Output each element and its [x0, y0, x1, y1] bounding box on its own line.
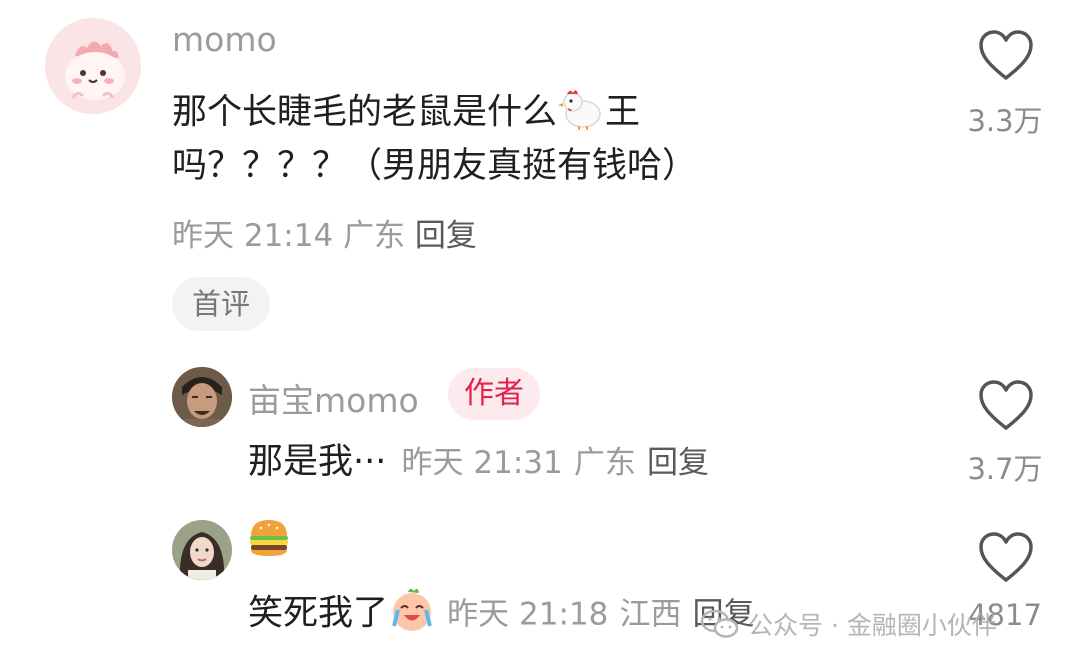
reply-avatar[interactable] — [172, 520, 232, 580]
reply-location: 江西 — [619, 596, 682, 633]
like-count: 3.7万 — [967, 452, 1043, 486]
reply-text: 笑死我了 — [248, 593, 389, 634]
like-button[interactable] — [978, 30, 1034, 86]
comment-username[interactable]: momo — [172, 20, 277, 59]
comment-time: 昨天 21:14 — [172, 218, 334, 254]
avatar-photo-icon — [172, 520, 232, 580]
avatar-cartoon-icon — [45, 18, 141, 114]
watermark: 公众号 · 金融圈小伙伴 — [700, 606, 997, 642]
comment-text-line1: 那个长睫毛的老鼠是什么 王 — [172, 86, 640, 141]
avatar[interactable] — [45, 18, 141, 114]
laughing-cry-emoji-icon — [388, 586, 436, 643]
like-button[interactable] — [978, 380, 1034, 436]
like-button[interactable] — [978, 532, 1034, 588]
avatar-photo-icon — [172, 367, 232, 427]
heart-outline-icon — [979, 30, 1033, 80]
comment-text-tail: 王 — [605, 92, 641, 133]
heart-outline-icon — [979, 380, 1033, 430]
chicken-emoji-icon — [557, 86, 605, 141]
reply-avatar[interactable] — [172, 367, 232, 427]
heart-outline-icon — [979, 532, 1033, 582]
like-count: 3.3万 — [967, 104, 1043, 138]
reply-location: 广东 — [573, 445, 636, 481]
comment-location: 广东 — [343, 218, 406, 254]
reply-button[interactable]: 回复 — [415, 218, 477, 254]
reply-text: 那是我··· — [248, 442, 387, 482]
author-badge: 作者 — [448, 368, 540, 420]
reply-username[interactable]: 亩宝momo — [248, 374, 419, 422]
burger-emoji-icon — [248, 518, 290, 562]
comment-text-part: 那个长睫毛的老鼠是什么 — [172, 92, 558, 133]
watermark-text: 公众号 · 金融圈小伙伴 — [748, 611, 997, 640]
comment-meta: 昨天 21:14 广东 回复 — [172, 210, 477, 255]
comment-text-line2: 吗？？？？（男朋友真挺有钱哈） — [172, 146, 698, 186]
reply-button[interactable]: 回复 — [647, 445, 709, 481]
reply-time: 昨天 21:31 — [401, 445, 563, 481]
reply-row: 那是我··· 昨天 21:31 广东 回复 — [248, 440, 709, 485]
wechat-icon — [700, 609, 739, 638]
reply-time: 昨天 21:18 — [447, 596, 609, 633]
reply-row: 笑死我了 昨天 21:18 江西 回复 — [248, 586, 755, 643]
first-comment-badge: 首评 — [172, 277, 271, 331]
